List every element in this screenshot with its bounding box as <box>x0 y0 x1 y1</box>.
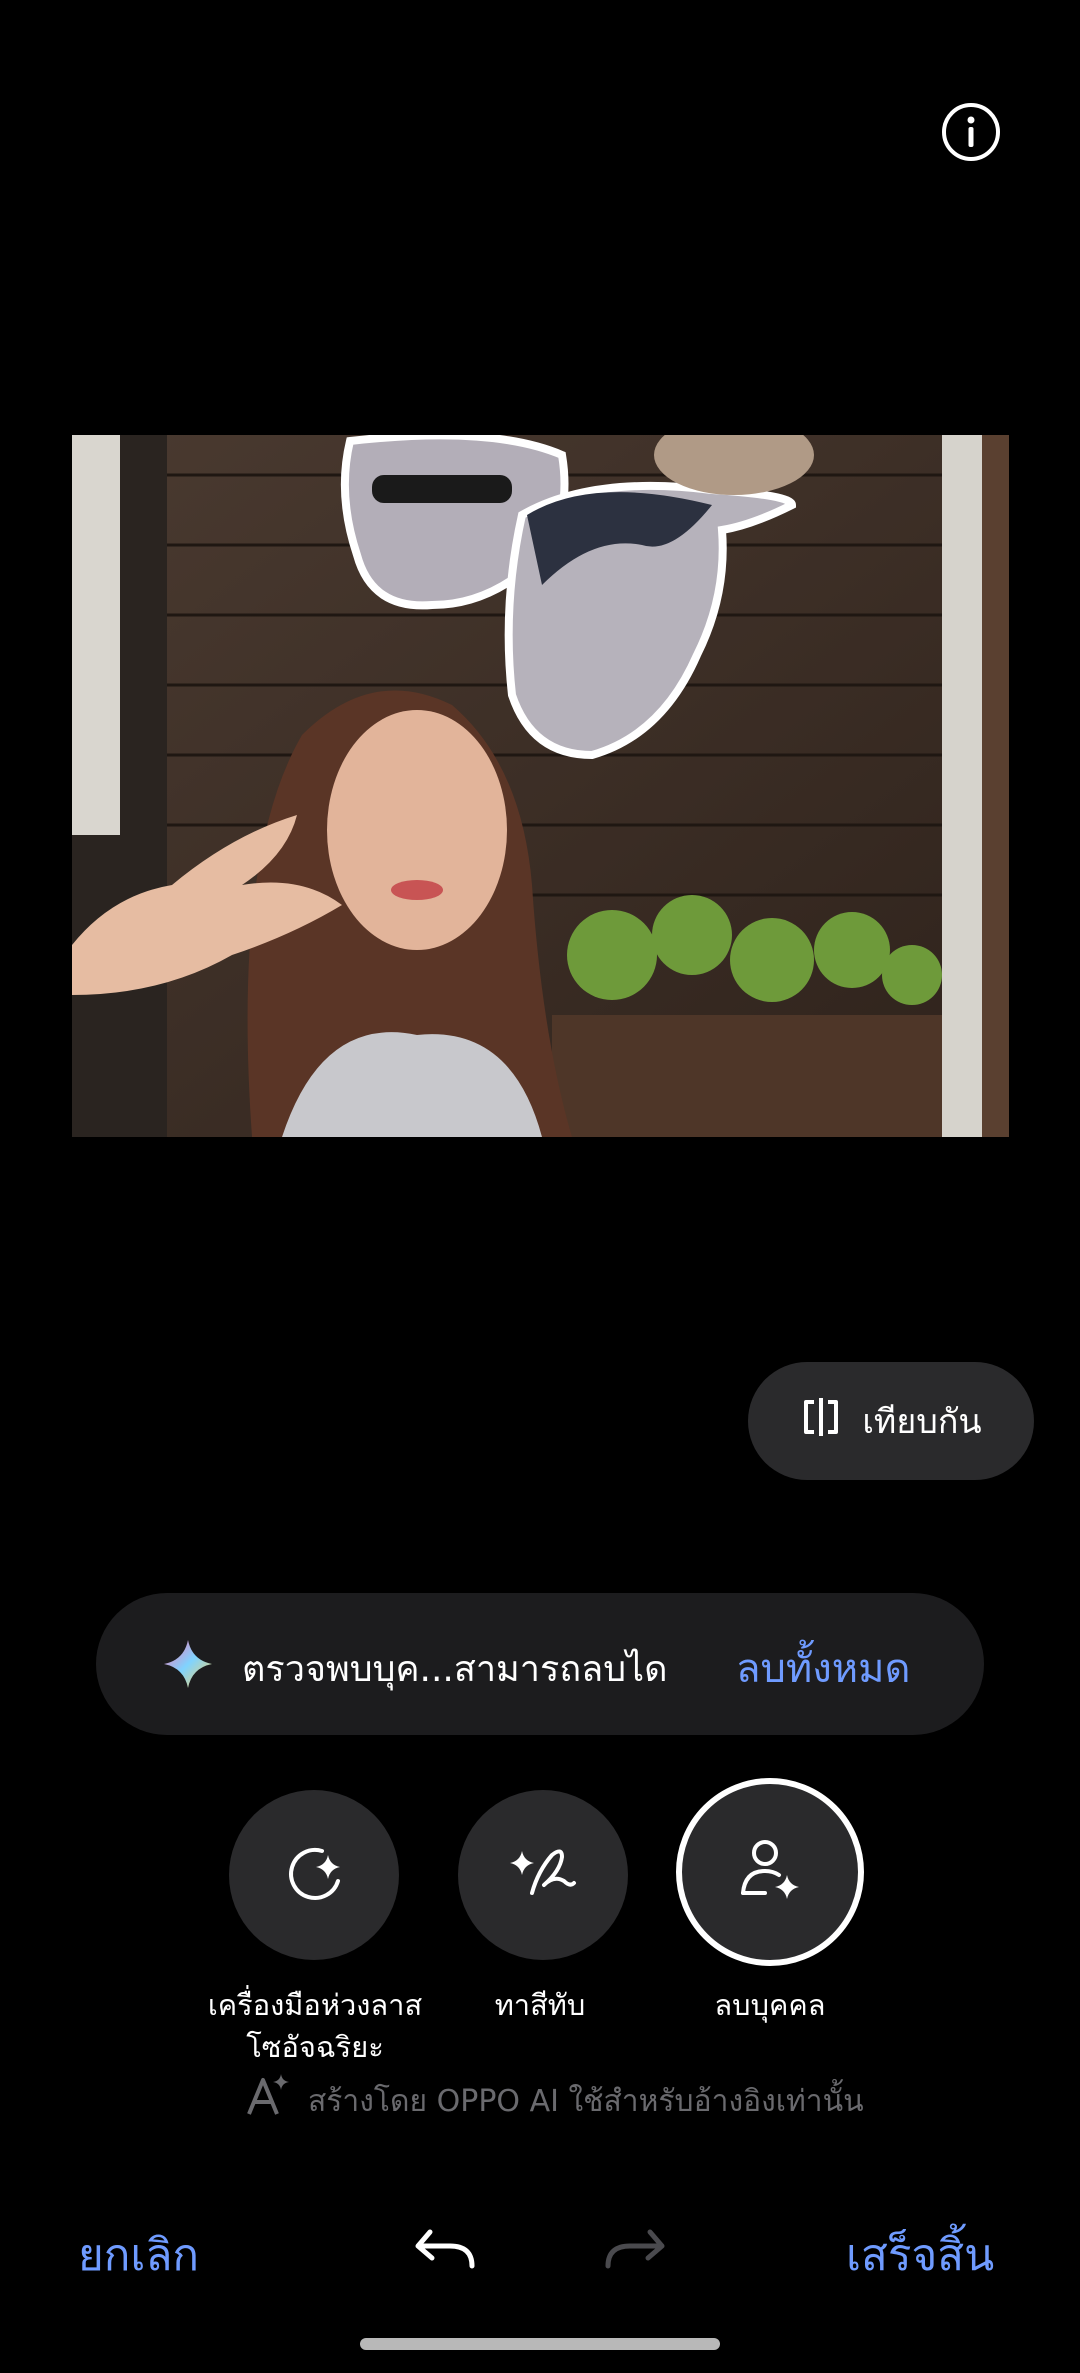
ai-notice-text: สร้างโดย OPPO AI ใช้สำหรับอ้างอิงเท่านั้… <box>308 2084 864 2119</box>
smart-lasso-icon <box>282 1841 346 1909</box>
smart-lasso-label-line2: โซอัจฉริยะ <box>246 2030 384 2064</box>
ai-generated-icon <box>245 2072 291 2118</box>
cancel-button[interactable]: ยกเลิก <box>78 2220 199 2290</box>
done-button[interactable]: เสร็จสิ้น <box>846 2220 994 2290</box>
compare-label: เทียบกัน <box>862 1402 982 1442</box>
paint-over-label: ทาสีทับ <box>494 1988 586 2022</box>
brush-sparkle-icon <box>508 1841 578 1909</box>
compare-button[interactable]: เทียบกัน <box>748 1362 1034 1480</box>
edited-photo[interactable] <box>72 435 1009 1137</box>
remove-all-button[interactable]: ลบทั้งหมด <box>736 1636 911 1700</box>
home-indicator[interactable] <box>360 2338 720 2350</box>
smart-lasso-label: เครื่องมือห่วงลาส โซอัจฉริยะ <box>190 1984 440 2068</box>
redo-icon[interactable] <box>604 2226 666 2276</box>
paint-over-tool-button[interactable] <box>458 1790 628 1960</box>
remove-person-label: ลบบุคคล <box>714 1988 826 2022</box>
detection-message: ตรวจพบบุค...สามารถลบได <box>242 1649 668 1690</box>
smart-lasso-label-line1: เครื่องมือห่วงลาส <box>207 1988 423 2022</box>
compare-split-icon <box>800 1396 842 1447</box>
undo-icon[interactable] <box>414 2226 476 2276</box>
ai-sparkle-icon <box>162 1638 214 1690</box>
remove-person-tool-button[interactable] <box>676 1778 864 1966</box>
remove-person-icon <box>735 1835 805 1909</box>
smart-lasso-tool-button[interactable] <box>229 1790 399 1960</box>
info-icon[interactable] <box>940 101 1002 163</box>
